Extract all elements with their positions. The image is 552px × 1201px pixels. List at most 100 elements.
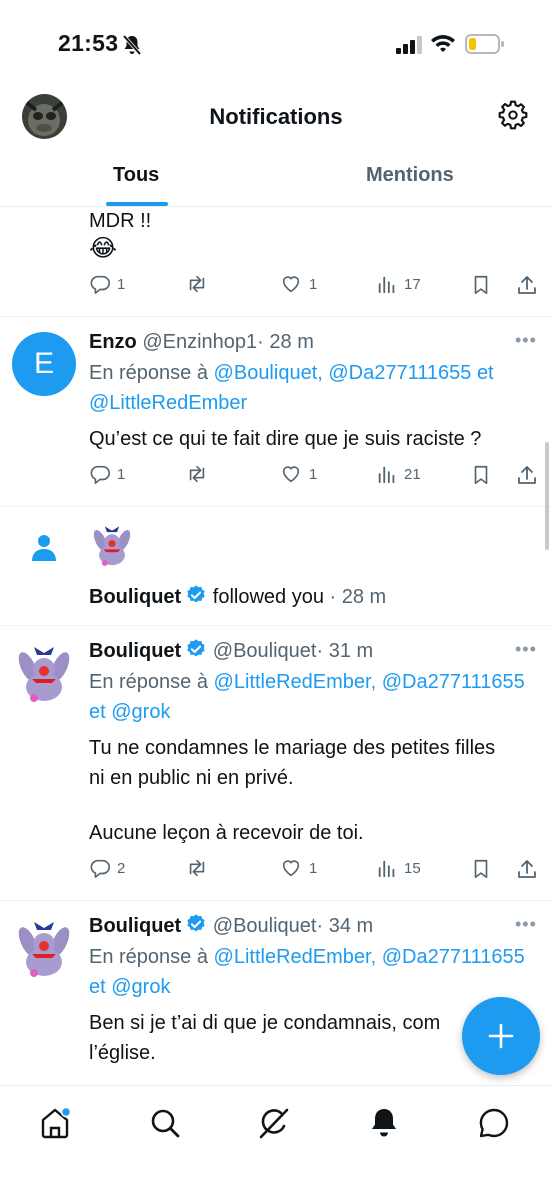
reply-button[interactable]: 2 <box>89 857 125 879</box>
repost-icon <box>189 465 205 483</box>
author-handle[interactable]: @Bouliquet <box>213 915 317 937</box>
tweet-actions: 1 1 17 <box>0 273 552 299</box>
reply-prefix: En réponse à <box>89 671 208 693</box>
like-button[interactable]: 1 <box>279 857 317 879</box>
like-button[interactable]: 1 <box>279 463 317 485</box>
views-icon <box>378 860 395 878</box>
reply-icon <box>90 465 110 484</box>
author-name[interactable]: Bouliquet <box>89 915 181 937</box>
follow-action: followed you <box>212 586 324 608</box>
views-button[interactable]: 17 <box>376 273 421 295</box>
avatar[interactable]: E <box>12 332 76 396</box>
like-button[interactable]: 1 <box>279 273 317 295</box>
notification-time: · 28 m <box>329 586 387 608</box>
repost-button[interactable] <box>185 273 215 295</box>
tweet-actions: 1 1 21 <box>0 463 552 489</box>
mention-link[interactable]: @Da277111655 <box>382 946 525 968</box>
tweet-text-line: Ben si je t’ai di que je condamnais, com <box>89 1012 441 1034</box>
messages-icon <box>479 1108 509 1138</box>
mention-link[interactable]: @Da277111655 <box>382 671 525 693</box>
bookmark-icon[interactable] <box>470 273 492 297</box>
views-icon <box>378 466 395 484</box>
nav-messages[interactable] <box>477 1106 511 1145</box>
reply-icon <box>90 859 110 878</box>
tweet-text-line: MDR !! <box>89 210 152 232</box>
nav-notifications[interactable] <box>367 1106 401 1145</box>
compose-plus-icon <box>488 1023 514 1049</box>
reply-button[interactable]: 1 <box>89 463 125 485</box>
mention-link[interactable]: @LittleRedEmber, <box>214 671 377 693</box>
mention-link[interactable]: @grok <box>111 976 170 998</box>
views-button[interactable]: 21 <box>376 463 421 485</box>
more-options-icon[interactable]: ••• <box>515 330 537 351</box>
bookmark-icon[interactable] <box>470 857 492 881</box>
share-icon[interactable] <box>515 463 539 487</box>
repost-icon <box>189 275 205 293</box>
home-icon <box>41 1106 72 1139</box>
nav-search[interactable] <box>148 1106 182 1145</box>
reply-prefix: En réponse à <box>89 362 208 384</box>
avatar[interactable] <box>89 522 135 568</box>
tweet-header: Enzo @Enzinhop1· 28 m <box>89 327 314 357</box>
tweet-emoji: 😂 <box>89 235 118 262</box>
nav-grok[interactable] <box>257 1106 291 1145</box>
reply-count: 1 <box>117 275 126 293</box>
wifi-icon <box>431 35 455 52</box>
compose-button[interactable] <box>462 997 540 1075</box>
tweet-time: · 34 m <box>316 915 374 937</box>
reply-joiner: et <box>89 976 106 998</box>
tweet-item[interactable]: Bouliquet @Bouliquet· 31 m ••• En répons… <box>0 625 552 901</box>
bookmark-icon[interactable] <box>470 463 492 487</box>
bottom-navigation <box>0 1085 552 1201</box>
more-options-icon[interactable]: ••• <box>515 639 537 660</box>
author-handle[interactable]: @Bouliquet <box>213 640 317 662</box>
tweet-item[interactable]: MDR !! 😂 1 1 17 <box>0 206 552 317</box>
author-name[interactable]: Enzo <box>89 331 137 353</box>
nav-home[interactable] <box>38 1106 72 1145</box>
tweet-text: Qu’est ce qui te fait dire que je suis r… <box>89 428 482 450</box>
silent-bell-icon <box>122 34 142 56</box>
notification-tabs: Tous Mentions <box>0 148 552 207</box>
like-count: 1 <box>309 275 318 293</box>
reply-context: En réponse à @LittleRedEmber, @Da2771116… <box>89 942 529 1002</box>
avatar[interactable] <box>12 916 76 980</box>
mention-link[interactable]: @LittleRedEmber <box>89 392 247 414</box>
reply-icon <box>90 275 110 294</box>
verified-badge-icon <box>187 639 205 657</box>
mention-link[interactable]: @Bouliquet, @Da277111655 <box>214 362 472 384</box>
author-name[interactable]: Bouliquet <box>89 586 181 608</box>
avatar[interactable] <box>12 641 76 705</box>
mention-link[interactable]: @grok <box>111 701 170 723</box>
reply-context: En réponse à @LittleRedEmber, @Da2771116… <box>89 667 529 727</box>
more-options-icon[interactable]: ••• <box>515 914 537 935</box>
author-name[interactable]: Bouliquet <box>89 640 181 662</box>
tweet-time: · 31 m <box>316 640 374 662</box>
like-count: 1 <box>309 859 318 877</box>
share-icon[interactable] <box>515 273 539 297</box>
settings-gear-icon[interactable] <box>497 99 529 131</box>
follow-notification[interactable]: Bouliquet followed you · 28 m <box>0 506 552 626</box>
reply-button[interactable]: 1 <box>89 273 125 295</box>
views-button[interactable]: 15 <box>376 857 421 879</box>
scrollbar[interactable] <box>545 442 549 550</box>
repost-button[interactable] <box>185 463 215 485</box>
battery-icon <box>465 34 504 54</box>
status-bar: 21:53 <box>0 0 552 90</box>
tweet-text-line: l’église. <box>89 1042 156 1064</box>
share-icon[interactable] <box>515 857 539 881</box>
tab-mentions[interactable]: Mentions <box>366 164 454 187</box>
reply-count: 1 <box>117 465 126 483</box>
tab-all[interactable]: Tous <box>113 164 159 187</box>
views-icon <box>378 276 395 294</box>
mention-link[interactable]: @LittleRedEmber, <box>214 946 377 968</box>
tweet-text-line: Aucune leçon à recevoir de toi. <box>89 822 364 844</box>
person-icon <box>32 535 56 561</box>
page-title: Notifications <box>209 104 343 129</box>
follow-text: Bouliquet followed you · 28 m <box>89 582 386 612</box>
status-time: 21:53 <box>58 30 119 56</box>
top-bar: Notifications <box>0 88 552 148</box>
tweet-item[interactable]: E Enzo @Enzinhop1· 28 m ••• En réponse à… <box>0 316 552 507</box>
grok-icon <box>259 1108 289 1139</box>
author-handle[interactable]: @Enzinhop1 <box>142 331 257 353</box>
repost-button[interactable] <box>185 857 215 879</box>
